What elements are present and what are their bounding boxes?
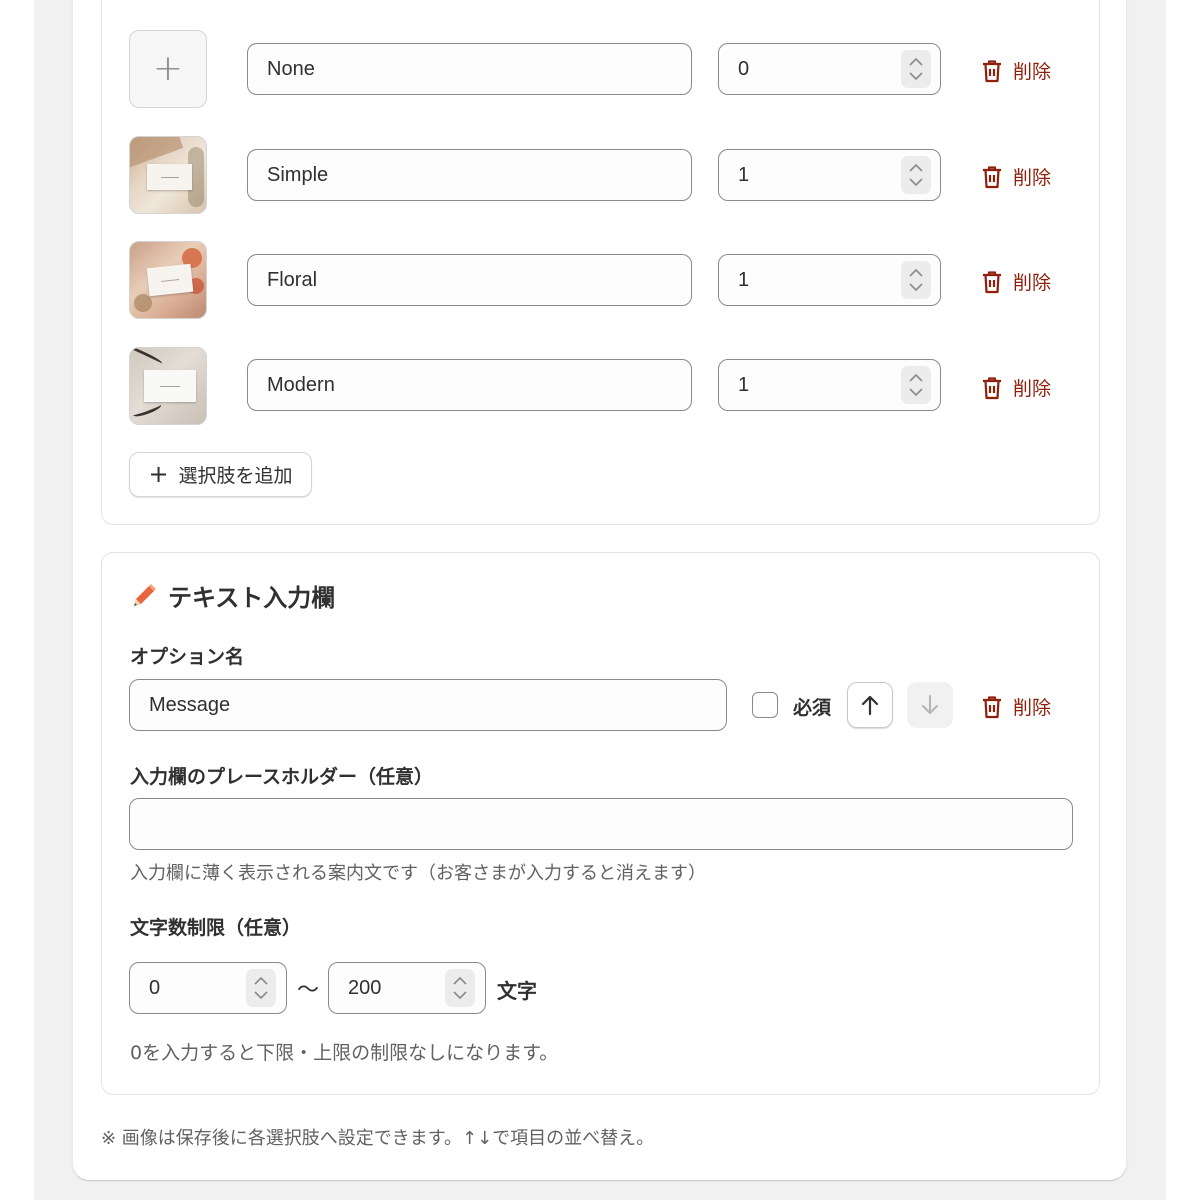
plus-icon: + <box>148 459 169 488</box>
required-checkbox[interactable] <box>752 692 778 718</box>
delete-choice-button[interactable]: 削除 <box>981 268 1051 295</box>
placeholder-label: 入力欄のプレースホルダー（任意） <box>130 766 434 788</box>
add-choice-label: 選択肢を追加 <box>178 465 293 487</box>
choice-name-input[interactable]: Modern <box>247 359 692 411</box>
trash-icon <box>983 165 1001 188</box>
chevron-down-icon <box>909 283 923 292</box>
delete-label: 削除 <box>1013 272 1052 294</box>
floral-card-thumbnail[interactable] <box>129 241 207 319</box>
choice-price-input[interactable]: 0 <box>718 43 941 95</box>
delete-label: 削除 <box>1013 61 1052 83</box>
move-down-button[interactable] <box>907 682 953 728</box>
choice-price-value: 1 <box>738 163 750 186</box>
chevron-up-icon <box>909 373 923 382</box>
choice-name-value: None <box>267 57 315 80</box>
delete-label: 削除 <box>1013 167 1052 189</box>
number-stepper[interactable] <box>901 366 931 404</box>
section-title: テキスト入力欄 <box>130 578 335 613</box>
number-stepper[interactable] <box>901 50 931 88</box>
char-min-value: 0 <box>149 976 161 999</box>
add-image-button[interactable]: + <box>129 30 207 108</box>
choice-price-input[interactable]: 1 <box>718 149 941 201</box>
placeholder-input[interactable] <box>129 798 1073 850</box>
choice-name-value: Floral <box>267 268 318 291</box>
choice-name-value: Modern <box>267 373 335 396</box>
chevron-down-icon <box>909 72 923 81</box>
delete-label: 削除 <box>1013 697 1052 719</box>
char-max-value: 200 <box>348 976 382 999</box>
arrow-up-icon <box>861 695 879 716</box>
chevron-down-icon <box>909 178 923 187</box>
option-name-value: Message <box>149 693 231 716</box>
move-up-button[interactable] <box>847 682 893 728</box>
required-label: 必須 <box>793 697 832 719</box>
trash-icon <box>983 376 1001 399</box>
delete-choice-button[interactable]: 削除 <box>981 163 1051 190</box>
choice-price-input[interactable]: 1 <box>718 254 941 306</box>
chevron-down-icon <box>909 388 923 397</box>
trash-icon <box>983 270 1001 293</box>
chevron-up-icon <box>453 976 467 985</box>
char-unit-label: 文字 <box>497 979 537 1003</box>
pencil-icon <box>134 583 156 606</box>
page-background-left <box>0 0 34 1200</box>
choice-price-value: 1 <box>738 268 750 291</box>
number-stepper[interactable] <box>901 156 931 194</box>
number-stepper[interactable] <box>901 261 931 299</box>
plus-icon: + <box>152 48 184 89</box>
chevron-up-icon <box>909 268 923 277</box>
option-name-input[interactable]: Message <box>129 679 727 731</box>
choice-name-input[interactable]: Floral <box>247 254 692 306</box>
choice-price-value: 0 <box>738 57 750 80</box>
section-title-text: テキスト入力欄 <box>168 584 336 612</box>
footnote-text: ※ 画像は保存後に各選択肢へ設定できます。↑↓で項目の並べ替え。 <box>101 1128 655 1149</box>
chevron-up-icon <box>909 163 923 172</box>
trash-icon <box>983 59 1001 82</box>
delete-label: 削除 <box>1013 378 1052 400</box>
choice-name-input[interactable]: Simple <box>247 149 692 201</box>
choice-price-value: 1 <box>738 373 750 396</box>
range-separator: 〜 <box>297 978 320 1003</box>
number-stepper[interactable] <box>445 969 475 1007</box>
option-name-label: オプション名 <box>130 646 245 668</box>
chevron-down-icon <box>453 991 467 1000</box>
char-min-input[interactable]: 0 <box>129 962 287 1014</box>
delete-choice-button[interactable]: 削除 <box>981 57 1051 84</box>
add-choice-button[interactable]: + 選択肢を追加 <box>129 452 312 497</box>
choice-name-input[interactable]: None <box>247 43 692 95</box>
number-stepper[interactable] <box>246 969 276 1007</box>
delete-choice-button[interactable]: 削除 <box>981 374 1051 401</box>
char-max-input[interactable]: 200 <box>328 962 486 1014</box>
chevron-up-icon <box>909 57 923 66</box>
trash-icon <box>983 695 1001 718</box>
char-limit-help-text: 0を入力すると下限・上限の制限なしになります。 <box>130 1042 559 1064</box>
modern-card-thumbnail[interactable] <box>129 347 207 425</box>
choice-price-input[interactable]: 1 <box>718 359 941 411</box>
chevron-down-icon <box>254 991 268 1000</box>
delete-field-button[interactable]: 削除 <box>981 693 1051 720</box>
page-background-right <box>1166 0 1200 1200</box>
placeholder-help-text: 入力欄に薄く表示される案内文です（お客さまが入力すると消えます） <box>130 863 706 884</box>
char-limit-label: 文字数制限（任意） <box>130 917 302 939</box>
chevron-up-icon <box>254 976 268 985</box>
choice-name-value: Simple <box>267 163 329 186</box>
simple-card-thumbnail[interactable] <box>129 136 207 214</box>
arrow-down-icon <box>922 695 938 714</box>
